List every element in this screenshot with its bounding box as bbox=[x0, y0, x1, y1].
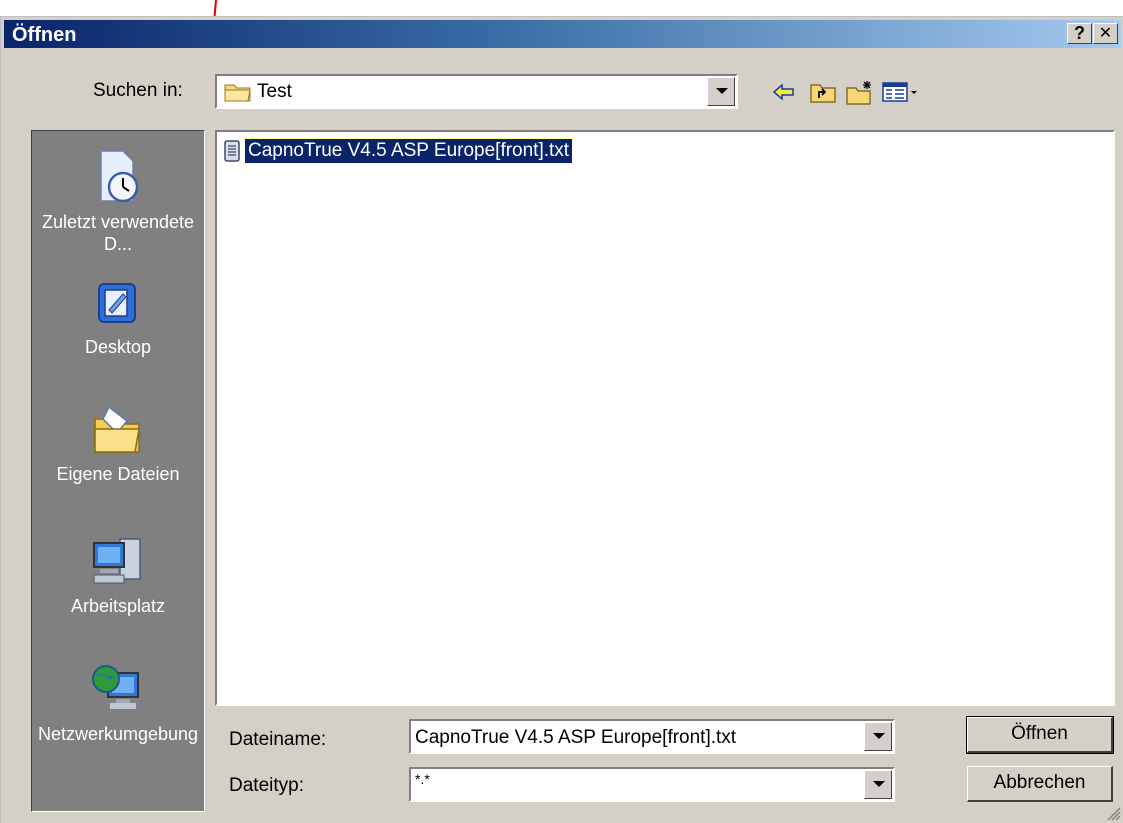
place-network[interactable]: Netzwerkumgebung bbox=[32, 661, 204, 745]
filetype-dropdown-arrow-icon[interactable] bbox=[864, 770, 892, 799]
up-folder-icon[interactable] bbox=[809, 80, 837, 104]
place-network-label: Netzwerkumgebung bbox=[37, 724, 199, 744]
filename-combobox[interactable]: CapnoTrue V4.5 ASP Europe[front].txt bbox=[409, 719, 895, 754]
lookin-dropdown-arrow-icon[interactable] bbox=[707, 77, 735, 106]
filetype-label: Dateityp: bbox=[229, 775, 304, 796]
filename-value[interactable]: CapnoTrue V4.5 ASP Europe[front].txt bbox=[415, 727, 736, 749]
text-file-icon bbox=[224, 140, 240, 162]
filename-dropdown-arrow-icon[interactable] bbox=[864, 722, 892, 751]
place-my-documents-label: Eigene Dateien bbox=[56, 464, 180, 484]
place-desktop[interactable]: Desktop bbox=[32, 280, 204, 358]
network-icon bbox=[92, 665, 139, 709]
resize-grip-icon[interactable] bbox=[1107, 807, 1121, 821]
lookin-value: Test bbox=[257, 81, 292, 102]
filetype-value: *.* bbox=[415, 771, 430, 787]
filetype-combobox[interactable]: *.* bbox=[409, 767, 895, 802]
help-button[interactable]: ? bbox=[1067, 23, 1092, 44]
my-documents-icon bbox=[94, 405, 140, 453]
file-list[interactable]: CapnoTrue V4.5 ASP Europe[front].txt bbox=[215, 130, 1115, 706]
my-computer-icon bbox=[93, 538, 141, 584]
place-my-computer[interactable]: Arbeitsplatz bbox=[32, 535, 204, 617]
place-my-computer-label: Arbeitsplatz bbox=[70, 596, 166, 616]
places-bar: Zuletzt verwendete D... Desktop Eigene D… bbox=[31, 130, 205, 812]
open-button[interactable]: Öffnen bbox=[966, 716, 1114, 754]
list-item[interactable]: CapnoTrue V4.5 ASP Europe[front].txt bbox=[223, 138, 574, 164]
desktop-icon bbox=[98, 283, 136, 323]
filename-label: Dateiname: bbox=[229, 729, 327, 750]
dialog-title: Öffnen bbox=[12, 24, 77, 46]
view-menu-icon[interactable] bbox=[881, 80, 921, 104]
lookin-combobox[interactable]: Test bbox=[215, 74, 738, 109]
close-button[interactable]: ✕ bbox=[1093, 23, 1118, 44]
recent-documents-icon bbox=[100, 150, 139, 203]
title-bar[interactable]: Öffnen ? ✕ bbox=[4, 20, 1121, 48]
lookin-label: Suchen in: bbox=[93, 80, 183, 101]
back-arrow-icon[interactable] bbox=[771, 80, 797, 104]
place-recent[interactable]: Zuletzt verwendete D... bbox=[32, 149, 204, 255]
file-name: CapnoTrue V4.5 ASP Europe[front].txt bbox=[243, 138, 574, 164]
folder-icon bbox=[224, 84, 251, 102]
place-desktop-label: Desktop bbox=[84, 337, 152, 357]
open-file-dialog: Öffnen ? ✕ Suchen in: Test Zuletzt verwe… bbox=[0, 16, 1123, 823]
place-my-documents[interactable]: Eigene Dateien bbox=[32, 403, 204, 485]
new-folder-icon[interactable] bbox=[845, 80, 875, 106]
cancel-button[interactable]: Abbrechen bbox=[967, 766, 1113, 802]
place-recent-label: Zuletzt verwendete D... bbox=[41, 212, 195, 254]
